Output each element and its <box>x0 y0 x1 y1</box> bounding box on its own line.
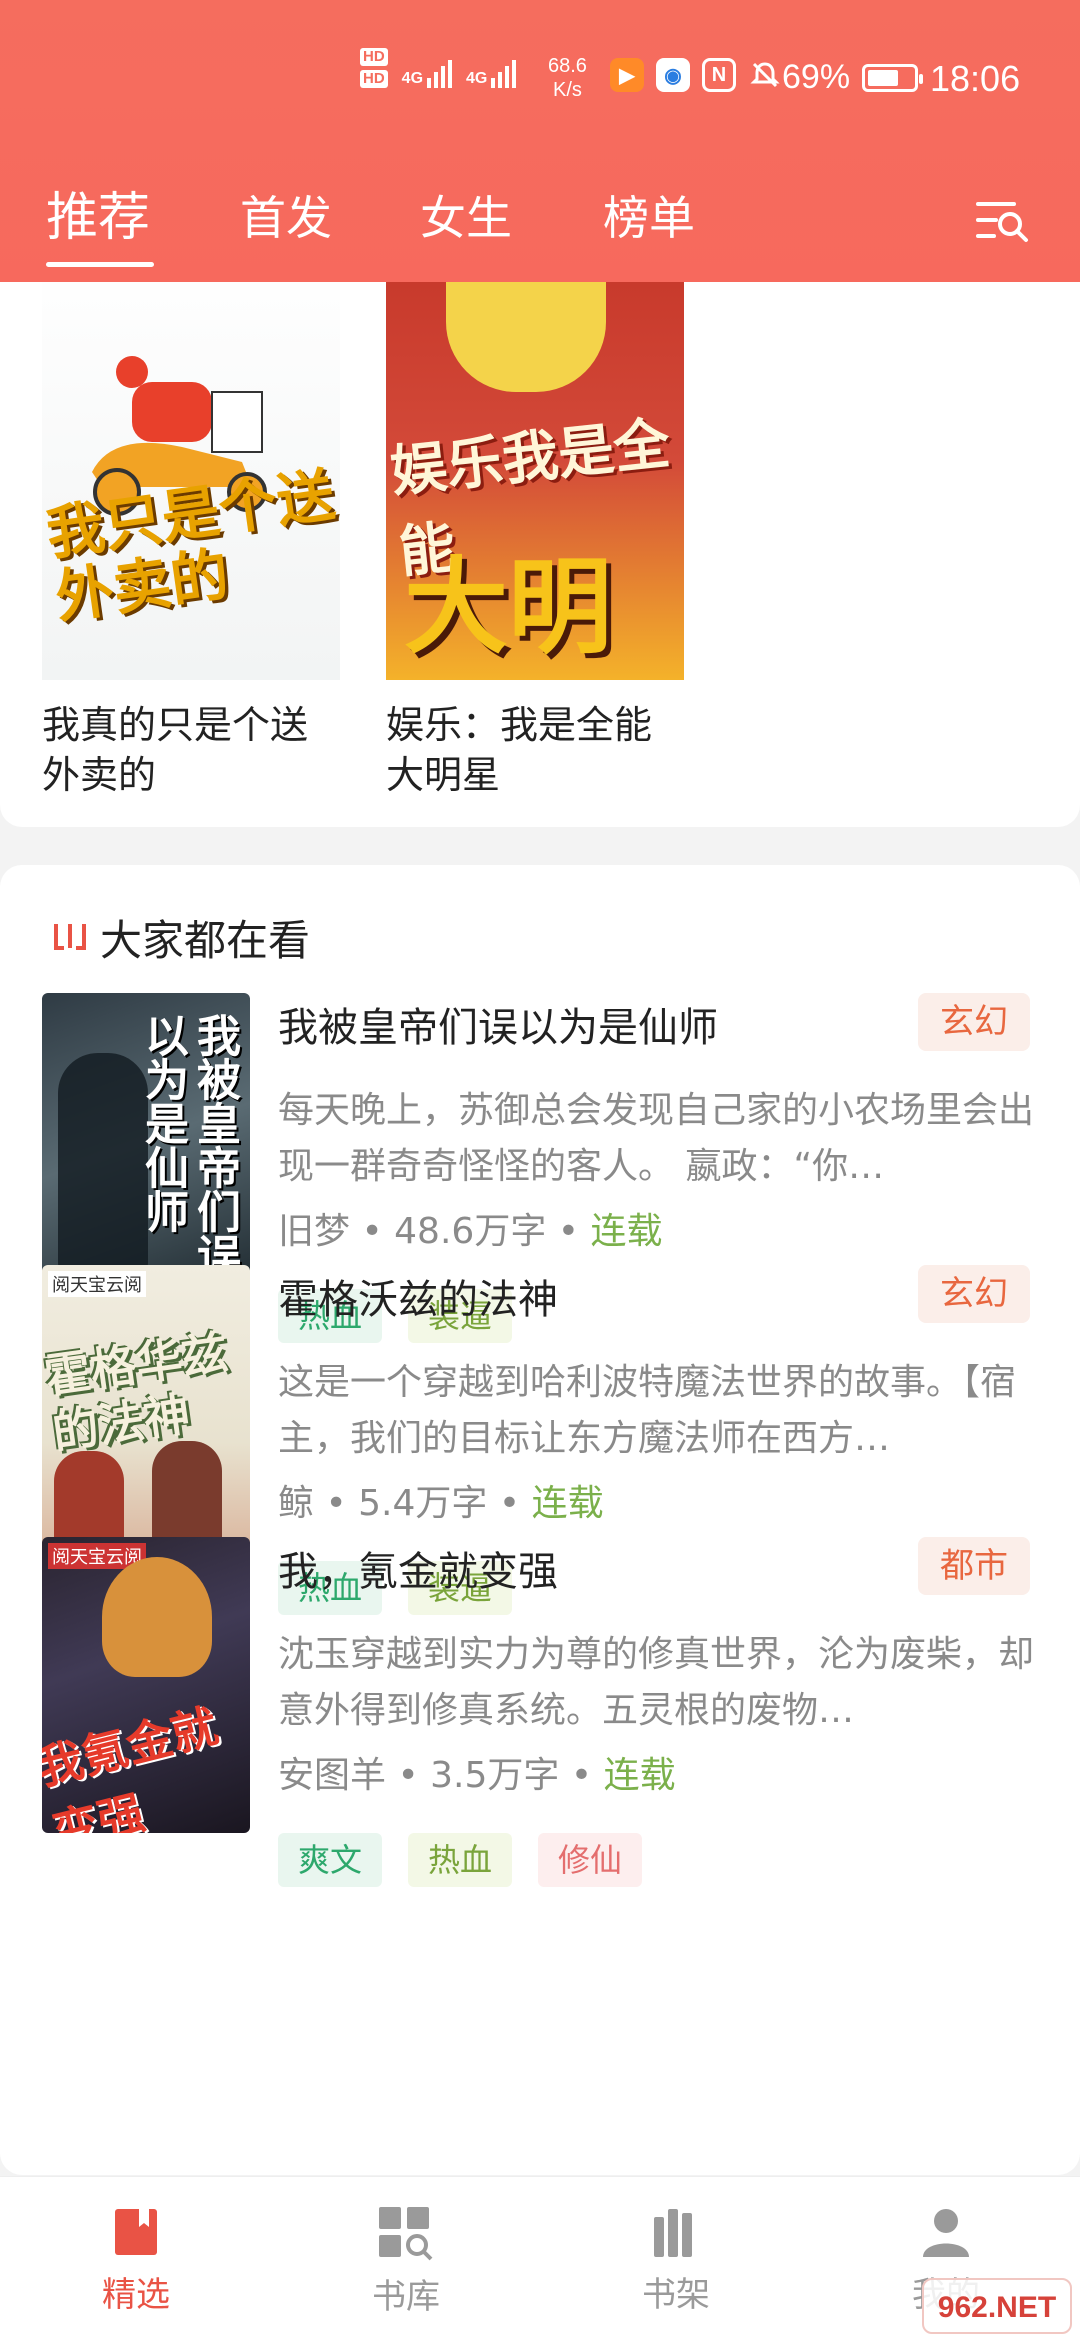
book-description: 每天晚上，苏御总会发现自己家的小农场里会出现一群奇奇怪怪的客人。 嬴政：“你… <box>278 1090 1035 1187</box>
hd-badge-1: HD <box>360 48 388 66</box>
meta-separator: • <box>361 1211 383 1252</box>
word-count: 3.5万字 <box>430 1755 560 1796</box>
book-description: 这是一个穿越到哈利波特魔法世界的故事。【宿主，我们的目标让东方魔法师在西方… <box>278 1362 1017 1459</box>
genre-badge: 都市 <box>918 1537 1030 1595</box>
cover-title-art: 我氪金就变强 <box>42 1698 223 1833</box>
library-search-icon <box>379 2207 433 2261</box>
cover-title-art-main: 大明星 <box>404 546 613 668</box>
meta-separator: • <box>325 1483 347 1524</box>
book-title[interactable]: 我，氪金就变强 <box>278 1545 558 1599</box>
section-header: 大家都在看 <box>50 907 310 968</box>
signal-group: HD HD 4G 4G <box>360 48 517 88</box>
cover-title-art: 我被皇帝们误以为是仙师 <box>137 1013 240 1277</box>
list-item[interactable]: 阅天宝云阅 我氪金就变强 我，氪金就变强 都市 沈玉穿越到实力为尊的修真世界，沦… <box>42 1537 1042 1897</box>
browser-app-icon: ◉ <box>656 58 690 92</box>
word-count: 5.4万字 <box>358 1483 488 1524</box>
meta-separator: • <box>557 1211 580 1252</box>
trending-bars-icon <box>54 923 86 950</box>
featured-book-title[interactable]: 我真的只是个送外卖的 <box>42 700 342 800</box>
serial-status: 连载 <box>531 1483 604 1524</box>
user-icon <box>923 2209 969 2257</box>
tag-chip[interactable]: 热血 <box>408 1833 513 1887</box>
book-title[interactable]: 霍格沃兹的法神 <box>278 1273 558 1327</box>
search-list-icon[interactable] <box>974 196 1030 246</box>
meta-separator: • <box>498 1483 521 1524</box>
publisher-logo: 阅天宝云阅 <box>48 1271 146 1297</box>
notification-icons: ▶ ◉ N <box>610 58 782 92</box>
character-art <box>54 1451 124 1551</box>
tab-rankings[interactable]: 榜单 <box>603 186 695 250</box>
nav-library[interactable]: 书库 <box>326 2205 486 2318</box>
character-art <box>446 282 606 392</box>
status-bar: HD HD 4G 4G 68.6 K/s ▶ ◉ N 69% 18:06 <box>0 44 1080 114</box>
nav-featured[interactable]: 精选 <box>56 2205 216 2316</box>
nav-label: 书架 <box>642 2275 710 2315</box>
tab-female[interactable]: 女生 <box>420 186 512 250</box>
book-cover[interactable]: 我被皇帝们误以为是仙师 <box>42 993 250 1289</box>
nfc-icon: N <box>702 58 736 92</box>
battery: 69% <box>782 58 924 97</box>
book-cover[interactable]: 娱乐我是全能 大明星 <box>386 282 684 680</box>
bookshelf-icon <box>654 2209 692 2257</box>
active-tab-indicator <box>46 262 154 267</box>
tag-chip[interactable]: 爽文 <box>278 1833 383 1887</box>
mute-bell-icon <box>748 58 782 92</box>
popular-books-section: 大家都在看 我被皇帝们误以为是仙师 我被皇帝们误以为是仙师 玄幻 每天晚上，苏御… <box>0 865 1080 2175</box>
featured-book-2[interactable]: 娱乐我是全能 大明星 娱乐：我是全能大明星 <box>386 282 686 800</box>
site-watermark: 962.NET <box>922 2278 1072 2334</box>
signal-bars-2-icon <box>491 56 517 88</box>
bottom-navigation: 精选 书库 书架 我的 962.NET <box>0 2176 1080 2340</box>
serial-status: 连载 <box>603 1755 676 1796</box>
meta-separator: • <box>397 1755 419 1796</box>
book-meta: 鲸 • 5.4万字 • 连载 <box>278 1477 604 1531</box>
serial-status: 连载 <box>590 1211 663 1252</box>
nav-label: 精选 <box>102 2275 170 2315</box>
top-header: HD HD 4G 4G 68.6 K/s ▶ ◉ N 69% 18:06 推荐 … <box>0 0 1080 282</box>
book-cover[interactable]: 阅天宝云阅 霍格华兹的法神 <box>42 1265 250 1561</box>
signal-1: 4G <box>402 56 453 88</box>
word-count: 48.6万字 <box>394 1211 547 1252</box>
bookmark-book-icon <box>115 2209 157 2255</box>
author: 旧梦 <box>278 1211 351 1252</box>
hd-badge-2: HD <box>360 70 388 88</box>
tag-list: 爽文 热血 修仙 <box>278 1833 643 1887</box>
character-art <box>102 1557 212 1677</box>
character-art <box>152 1441 222 1551</box>
tag-chip[interactable]: 修仙 <box>538 1833 643 1887</box>
book-cover[interactable]: 我只是个送外卖的 <box>42 282 340 680</box>
category-tabs: 推荐 首发 女生 榜单 <box>0 186 1080 267</box>
book-title[interactable]: 我被皇帝们误以为是仙师 <box>278 1001 718 1055</box>
genre-badge: 玄幻 <box>918 1265 1030 1323</box>
book-meta: 旧梦 • 48.6万字 • 连载 <box>278 1205 662 1259</box>
featured-books-card: 我只是个送外卖的 我真的只是个送外卖的 娱乐我是全能 大明星 娱乐：我是全能大明… <box>0 282 1080 827</box>
section-title: 大家都在看 <box>100 916 311 965</box>
network-speed: 68.6 K/s <box>548 55 587 101</box>
nav-bookshelf[interactable]: 书架 <box>596 2205 756 2316</box>
meta-separator: • <box>570 1755 593 1796</box>
author: 鲸 <box>278 1483 315 1524</box>
nav-label: 书库 <box>372 2277 440 2317</box>
book-description: 沈玉穿越到实力为尊的修真世界，沦为废柴，却意外得到修真系统。五灵根的废物… <box>278 1634 1035 1731</box>
signal-2: 4G <box>466 56 517 88</box>
tab-recommend[interactable]: 推荐 <box>46 186 150 250</box>
hd-indicators: HD HD <box>360 48 388 88</box>
signal-bars-1-icon <box>427 56 453 88</box>
video-app-icon: ▶ <box>610 58 644 92</box>
character-art <box>58 1053 148 1273</box>
featured-book-1[interactable]: 我只是个送外卖的 我真的只是个送外卖的 <box>42 282 342 800</box>
tab-first-release[interactable]: 首发 <box>240 186 332 250</box>
genre-badge: 玄幻 <box>918 993 1030 1051</box>
book-meta: 安图羊 • 3.5万字 • 连载 <box>278 1749 676 1803</box>
cover-title-art: 霍格华兹的法神 <box>42 1324 232 1460</box>
book-cover[interactable]: 阅天宝云阅 我氪金就变强 <box>42 1537 250 1833</box>
author: 安图羊 <box>278 1755 387 1796</box>
featured-book-title[interactable]: 娱乐：我是全能大明星 <box>386 700 686 800</box>
battery-icon <box>862 63 924 92</box>
clock: 18:06 <box>930 58 1021 99</box>
